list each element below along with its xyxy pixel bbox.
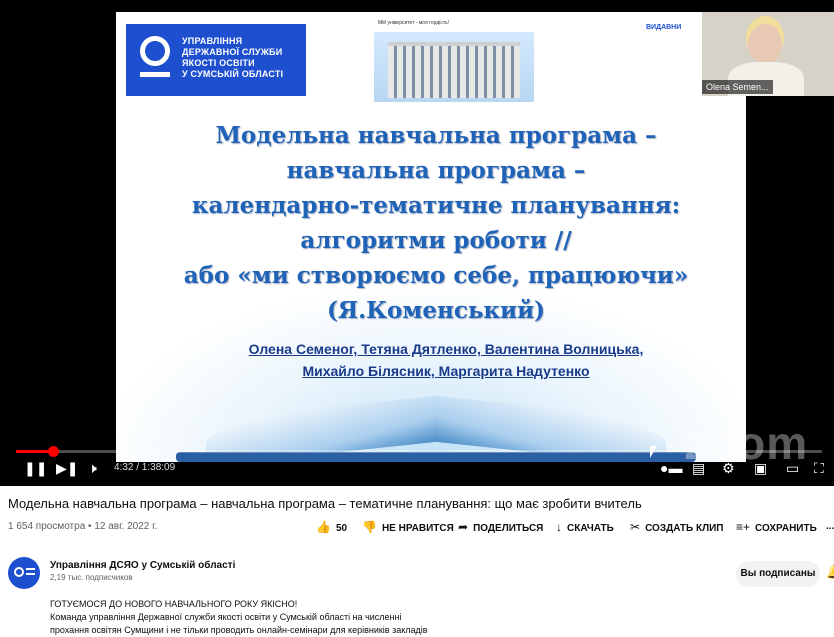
thumbs-down-icon: 👎 [362, 520, 377, 534]
subtitles-icon[interactable]: ▤ [692, 458, 705, 478]
theater-icon[interactable]: ▭ [786, 458, 799, 478]
channel-subscriber-count: 2,19 тыс. подписчиков [50, 573, 133, 582]
miniplayer-icon[interactable]: ▣ [754, 458, 767, 478]
publisher-logo-text: ВИДАВНИ [646, 24, 682, 31]
logo-text: УПРАВЛІННЯ ДЕРЖАВНОЇ СЛУЖБИ ЯКОСТІ ОСВІТ… [182, 36, 284, 79]
building-caption: Мій університет - моя гордість! [374, 18, 534, 32]
autoplay-toggle-icon[interactable]: ●▬ [660, 458, 682, 478]
channel-name[interactable]: Управління ДСЯО у Сумській області [50, 560, 235, 571]
building-facade [388, 42, 520, 98]
slide-authors: Олена Семеног, Тетяна Дятленко, Валентин… [248, 341, 644, 379]
progress-bar[interactable] [16, 446, 822, 457]
avatar-ring-icon [14, 567, 24, 577]
pause-icon[interactable]: ❚❚ [24, 458, 47, 478]
thumbs-up-icon: 👍 [316, 520, 331, 534]
video-player[interactable]: УПРАВЛІННЯ ДЕРЖАВНОЇ СЛУЖБИ ЯКОСТІ ОСВІТ… [0, 0, 834, 486]
participant-avatar [748, 24, 782, 64]
avatar-line-icon [26, 573, 35, 575]
video-meta: 1 654 просмотра • 12 авг. 2022 г. [8, 521, 158, 532]
volume-icon[interactable]: 🕨 [88, 458, 97, 478]
slide-title: Модельна навчальна програма – навчальна … [183, 122, 689, 324]
video-description[interactable]: ГОТУЄМОСЯ ДО НОВОГО НАВЧАЛЬНОГО РОКУ ЯКІ… [50, 598, 428, 637]
gear-icon[interactable]: ⚙ [722, 458, 735, 478]
bell-icon[interactable]: 🔔 [826, 563, 834, 580]
clip-button[interactable]: ✂ СОЗДАТЬ КЛИП [630, 519, 724, 537]
video-title: Модельна навчальна програма – навчальна … [8, 496, 642, 511]
logo-ring-icon [140, 36, 170, 66]
avatar-line-icon [26, 568, 35, 570]
presentation-slide: УПРАВЛІННЯ ДЕРЖАВНОЇ СЛУЖБИ ЯКОСТІ ОСВІТ… [116, 12, 746, 462]
channel-avatar[interactable] [8, 557, 40, 589]
player-controls: ❚❚ ▶❚ 🕨 4:32 / 1:38:09 ●▬ ▤ ⚙ ▣ ▭ ⛶ [0, 456, 834, 482]
university-building-image: Мій університет - моя гордість! [374, 18, 534, 102]
share-icon: ➦ [458, 520, 469, 534]
org-logo: УПРАВЛІННЯ ДЕРЖАВНОЇ СЛУЖБИ ЯКОСТІ ОСВІТ… [126, 24, 306, 96]
subscribe-button[interactable]: Вы подписаны [736, 561, 820, 587]
participant-name-label: Olena Semen... [702, 80, 773, 94]
logo-bar-icon [140, 72, 170, 77]
time-display: 4:32 / 1:38:09 [114, 462, 176, 473]
share-button[interactable]: ➦ ПОДЕЛИТЬСЯ [458, 519, 543, 537]
scissors-icon: ✂ [630, 520, 641, 534]
fullscreen-icon[interactable]: ⛶ [814, 458, 824, 478]
participant-video-thumbnail: Olena Semen... [702, 12, 834, 96]
dislike-button[interactable]: 👎 НЕ НРАВИТСЯ [362, 519, 454, 537]
like-button[interactable]: 👍 50 [316, 519, 347, 537]
add-playlist-icon: ≡+ [736, 520, 751, 534]
more-actions-button[interactable]: ... [826, 519, 834, 535]
save-button[interactable]: ≡+ СОХРАНИТЬ [736, 519, 817, 537]
download-icon: ↓ [556, 520, 562, 534]
download-button[interactable]: ↓ СКАЧАТЬ [556, 519, 614, 537]
next-icon[interactable]: ▶❚ [56, 458, 79, 478]
